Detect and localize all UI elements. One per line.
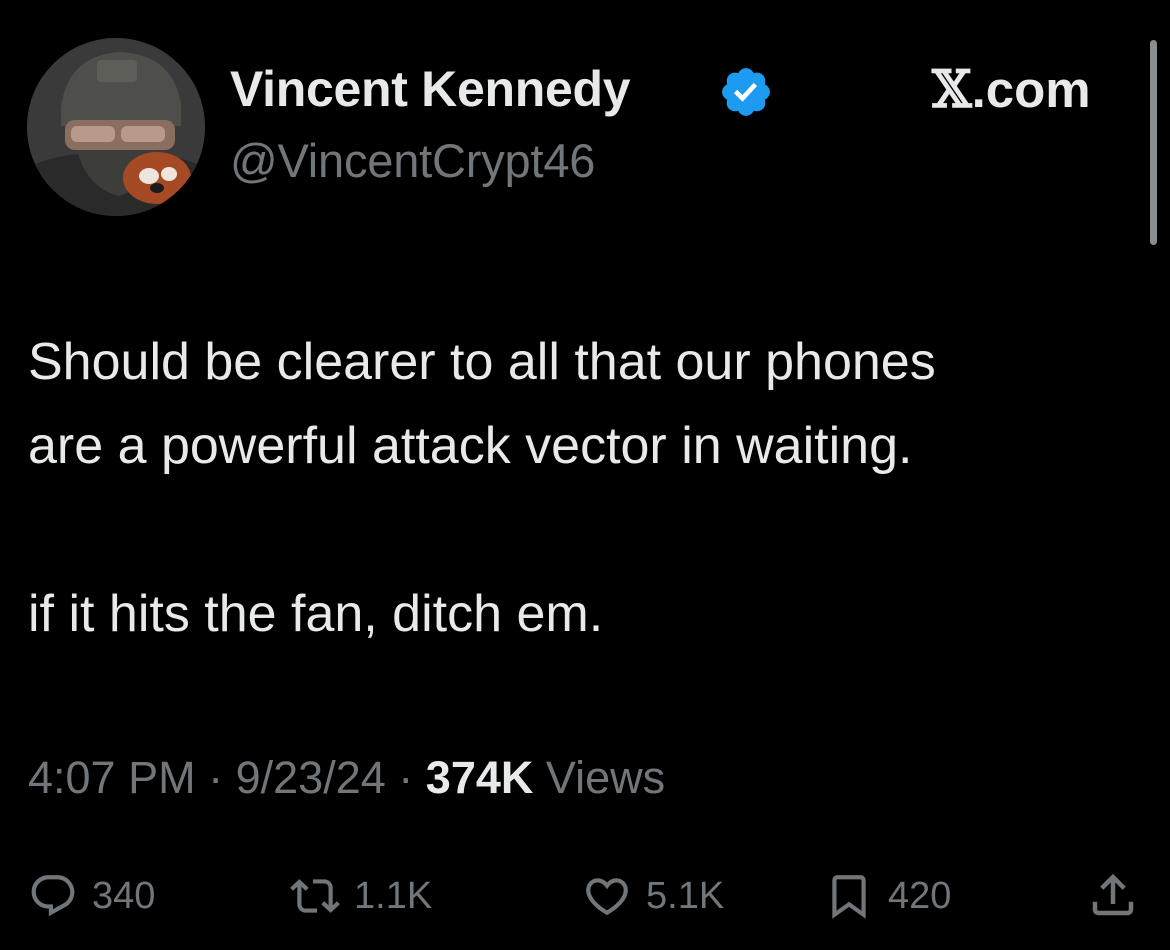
share-icon[interactable] — [1086, 868, 1140, 922]
reply-icon — [31, 875, 75, 917]
repost-count: 1.1K — [354, 874, 433, 917]
scrollbar[interactable] — [1150, 40, 1157, 245]
bookmark-icon — [832, 875, 866, 919]
verified-badge-icon[interactable] — [718, 64, 774, 120]
brand-watermark: 𝕏.com — [932, 60, 1091, 120]
meta-separator: · — [208, 752, 224, 803]
bookmark-count: 420 — [888, 874, 952, 917]
tweet-text: Should be clearer to all that our phones… — [28, 333, 936, 643]
tweet-meta: 4:07 PM · 9/23/24 · 374K Views — [28, 752, 665, 804]
views-count[interactable]: 374K — [426, 752, 534, 803]
author-handle[interactable]: @VincentCrypt46 — [230, 133, 595, 188]
reply-button[interactable]: 340 — [28, 866, 155, 926]
tweet-time[interactable]: 4:07 PM — [28, 752, 196, 803]
avatar[interactable] — [27, 38, 205, 216]
reply-count: 340 — [92, 874, 156, 917]
x-logo-icon: 𝕏 — [932, 60, 972, 120]
like-button[interactable]: 5.1K — [582, 866, 724, 926]
bookmark-button[interactable]: 420 — [824, 866, 951, 926]
heart-icon — [586, 878, 628, 916]
brand-suffix: .com — [971, 61, 1091, 118]
repost-button[interactable]: 1.1K — [290, 866, 432, 926]
like-count: 5.1K — [646, 874, 725, 917]
meta-separator: · — [398, 752, 414, 803]
tweet-date[interactable]: 9/23/24 — [236, 752, 386, 803]
repost-icon — [290, 879, 340, 913]
avatar-image — [27, 38, 205, 216]
views-label[interactable]: Views — [546, 752, 665, 803]
display-name[interactable]: Vincent Kennedy — [230, 60, 631, 118]
